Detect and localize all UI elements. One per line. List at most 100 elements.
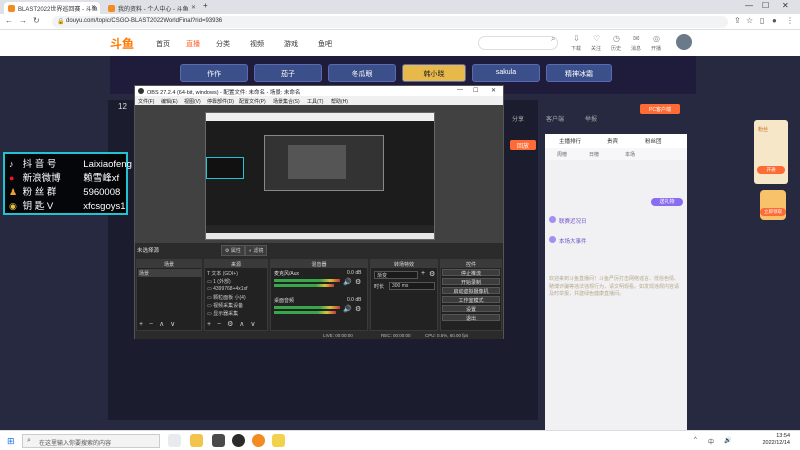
chrome-app-icon[interactable] [168,434,181,447]
browser-tab-active[interactable]: BLAST2022世界巡回赛 - 斗鱼 ✕ [4,2,100,14]
team-tab[interactable]: sakula [472,64,540,82]
menu-tools[interactable]: 工具(T) [307,98,323,105]
claim-button[interactable]: 立即领取 [760,208,786,216]
transition-settings-icon[interactable]: ⚙ [429,270,435,278]
subtab-week[interactable]: 周榜 [557,151,567,158]
bookmark-star-icon[interactable]: ☆ [746,16,753,25]
properties-button[interactable]: ⚙ 属性 [221,245,245,256]
input-method-icon[interactable]: 中 [708,437,714,446]
source-item[interactable]: ▭ 颗粒面板 小(4) [207,294,246,301]
file-explorer-icon[interactable] [190,434,203,447]
douyu-app-icon[interactable] [252,434,265,447]
open-fan-button[interactable]: 开通 [757,166,785,174]
nav-yuba[interactable]: 鱼吧 [318,39,332,49]
start-virtual-camera-button[interactable]: 启动虚拟摄像机 [442,287,500,295]
source-item[interactable]: ▭ 视频采集设备 [207,302,243,309]
menu-scene-collection[interactable]: 场景集合(S) [273,98,300,105]
forward-icon[interactable]: → [19,16,27,25]
site-search-input[interactable] [478,36,558,50]
team-tab[interactable]: 精神冰霜 [546,64,612,82]
message-icon[interactable]: ✉ [633,34,640,43]
back-icon[interactable]: ← [5,16,13,25]
tab-vip[interactable]: 贵宾 [607,137,618,145]
nav-game[interactable]: 游戏 [284,39,298,49]
team-tab[interactable]: 冬瓜眼 [328,64,396,82]
team-tab[interactable]: 茄子 [254,64,322,82]
team-tab[interactable]: 作作 [180,64,248,82]
sources-toolbar[interactable]: + − ⚙ ∧ ∨ [207,320,257,328]
pc-client-button[interactable]: PC客户端 [640,104,680,114]
exit-button[interactable]: 退出 [442,314,500,322]
news-item[interactable]: 联赛近况日 [559,217,587,225]
broadcast-icon[interactable]: ◎ [653,34,660,43]
close-window-icon[interactable]: ✕ [782,1,789,10]
history-icon[interactable]: ◷ [613,34,620,43]
replay-button[interactable]: 回放 [510,140,536,150]
report-label[interactable]: 举报 [585,114,597,123]
nav-live[interactable]: 直播 [186,39,200,49]
nav-home[interactable]: 首页 [156,39,170,49]
tab-fans[interactable]: 粉丝团 [645,137,662,145]
nav-category[interactable]: 分类 [216,39,230,49]
browser-tab[interactable]: 我的资料 - 个人中心 - 斗鱼 ✕ [104,2,200,14]
menu-edit[interactable]: 编辑(E) [161,98,178,105]
share-icon[interactable]: ⇪ [734,16,741,25]
app-icon[interactable] [212,434,225,447]
source-item[interactable]: T 文本 (GDI+) [207,270,238,277]
send-gift-button[interactable]: 送礼物 [651,198,683,206]
address-bar[interactable]: 🔒 douyu.com/topic/CSGO-BLAST2022WorldFin… [52,16,728,28]
close-tab-icon[interactable]: ✕ [91,4,96,11]
fan-badge-card[interactable]: 粉丝 开通 [754,120,788,184]
source-item[interactable]: ▭ 显示器采集 [207,310,238,317]
source-item[interactable]: ▭ 4399768+4x1xf [207,286,247,292]
menu-file[interactable]: 文件(F) [138,98,154,105]
new-tab-button[interactable]: + [203,1,208,10]
minimize-icon[interactable]: — [745,1,753,10]
menu-icon[interactable]: ⋮ [786,16,794,25]
profile-icon[interactable]: ● [772,16,777,25]
obs-preview-canvas[interactable] [205,112,435,240]
follow-icon[interactable]: ♡ [593,34,600,43]
obs-maximize-icon[interactable]: ☐ [473,87,478,94]
client-label[interactable]: 客户端 [546,114,564,123]
transition-type-select[interactable]: 渐变 [374,271,418,279]
settings-button[interactable]: 设置 [442,305,500,313]
volume-icon[interactable]: 🔊 [724,437,731,444]
taskbar-clock[interactable]: 13:54 2022/12/14 [752,433,790,447]
scene-item[interactable]: 场景 [139,270,149,277]
promo-card[interactable]: 立即领取 [760,190,786,220]
obs-app-icon[interactable] [232,434,245,447]
filters-button[interactable]: ◐ 滤镜 [245,245,268,256]
source-item[interactable]: ▭ 1 (外部) [207,278,231,285]
start-recording-button[interactable]: 开始录制 [442,278,500,286]
tray-expand-icon[interactable]: ^ [694,437,697,443]
team-tab-active[interactable]: 韩小晓 [402,64,466,82]
mic-settings-icon[interactable]: ⚙ [355,278,361,286]
subtab-day[interactable]: 日榜 [589,151,599,158]
reload-icon[interactable]: ↻ [33,16,40,25]
stop-streaming-button[interactable]: 停止推流 [442,269,500,277]
share-label[interactable]: 分享 [512,114,524,123]
duration-input[interactable]: 300 ms [389,282,435,290]
close-tab-icon[interactable]: ✕ [191,4,196,11]
douyu-logo[interactable]: 斗鱼 [110,35,134,52]
taskbar-search-box[interactable]: ⌕ 在这里输入你要搜索的内容 [22,434,160,448]
maximize-icon[interactable]: ☐ [762,1,769,10]
scenes-toolbar[interactable]: + − ∧ ∨ [139,320,177,328]
sidebar-icon[interactable]: ▯ [760,16,764,25]
obs-close-icon[interactable]: ✕ [491,87,496,94]
tab-rank[interactable]: 主播排行 [559,137,581,145]
menu-profile[interactable]: 配置文件(P) [239,98,266,105]
news-item[interactable]: 本场大事件 [559,237,587,245]
search-icon[interactable]: ⌕ [551,34,555,44]
desktop-settings-icon[interactable]: ⚙ [355,305,361,313]
notes-app-icon[interactable] [272,434,285,447]
add-transition-icon[interactable]: + [421,270,425,277]
menu-docks[interactable]: 停靠部件(D) [207,98,234,105]
subtab-live[interactable]: 本场 [625,151,635,158]
download-icon[interactable]: ⇩ [573,34,580,43]
user-avatar[interactable] [676,34,692,50]
windows-start-icon[interactable]: ⊞ [7,436,15,447]
menu-view[interactable]: 视图(V) [184,98,201,105]
obs-titlebar[interactable]: OBS 27.2.4 (64-bit, windows) - 配置文件: 未命名… [135,86,503,96]
